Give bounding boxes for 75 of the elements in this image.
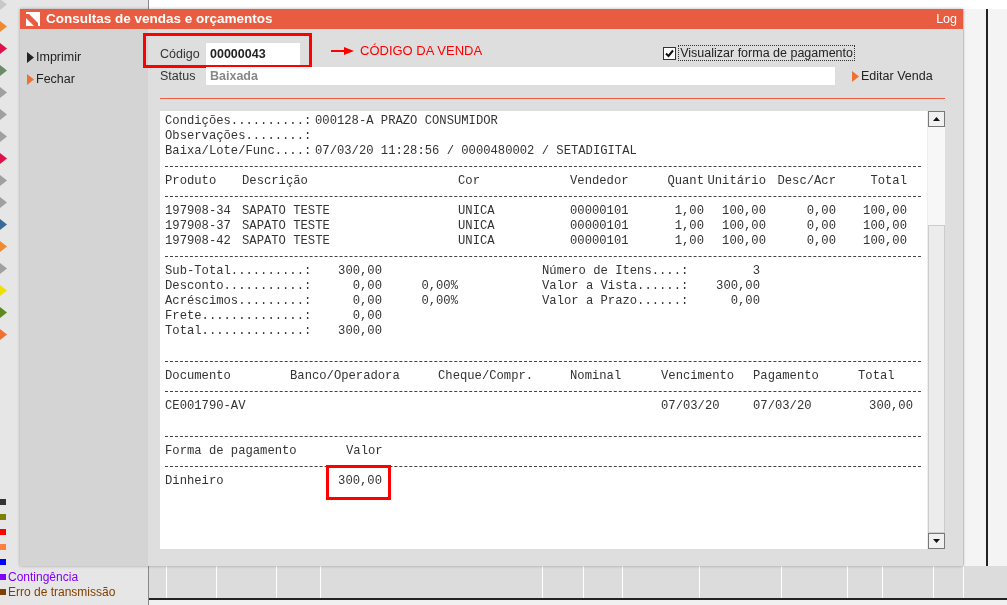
table-cell-text: 100,00	[862, 233, 907, 249]
column-header: Quant	[666, 173, 704, 189]
table-cell-text: Dinheiro	[165, 473, 225, 489]
column-header: Forma de pagamento	[165, 443, 298, 459]
table-cell-text: 100,00	[721, 218, 766, 234]
table-cell: 300,00	[338, 473, 382, 489]
column-header: Descrição	[242, 173, 309, 189]
legend-label: Contingência	[8, 568, 79, 586]
scrollbar-thumb[interactable]	[928, 224, 945, 533]
table-cell-text: SAPATO TESTE	[242, 218, 331, 234]
column-header: Desc/Acr	[776, 173, 836, 189]
table-cell-text: 0,00	[805, 233, 836, 249]
status-field[interactable]: Baixada	[206, 67, 835, 86]
column-header: Documento	[165, 368, 232, 384]
column-header: Nominal	[570, 368, 623, 384]
table-cell-text: 100,00	[862, 218, 907, 234]
legend-label: Erro de transmissão	[8, 584, 116, 601]
action-button[interactable]: Fechar	[27, 68, 75, 90]
table-cell-text: 100,00	[862, 203, 907, 219]
table-cell-text: SAPATO TESTE	[242, 233, 331, 249]
up-arrow-icon	[933, 116, 940, 121]
table-cell-text: 1,00	[673, 203, 704, 219]
column-header: Cheque/Compr.	[438, 368, 535, 384]
column-header: Produto	[165, 173, 218, 189]
scroll-up-button[interactable]	[928, 110, 945, 127]
app-logo-icon	[26, 12, 40, 26]
down-arrow-icon	[933, 538, 940, 543]
action-button[interactable]: Imprimir	[27, 46, 82, 68]
report-text: Condições..........:	[165, 113, 313, 129]
checkbox-label[interactable]: Visualizar forma de pagamento	[678, 45, 855, 61]
column-header: Valor	[345, 443, 382, 459]
table-cell-text: 300,00	[868, 398, 913, 414]
table-cell-text: CE001790-AV	[165, 398, 247, 414]
table-cell-text: SAPATO TESTE	[242, 203, 331, 219]
table-cell-text: 00000101	[570, 203, 630, 219]
report-text: 0,00%	[420, 293, 458, 309]
report-text: Baixa/Lote/Func....:	[165, 143, 313, 159]
column-header: Banco/Operadora	[290, 368, 401, 384]
column-header: Pagamento	[753, 368, 820, 384]
table-cell-text: 100,00	[721, 203, 766, 219]
table-cell-text: 0,00	[805, 218, 836, 234]
window-title: Consultas de vendas e orçamentos	[46, 9, 273, 28]
table-cell-text: UNICA	[458, 218, 496, 234]
table-cell-text: 07/03/20	[753, 398, 813, 414]
table-cell-text: 07/03/20	[661, 398, 721, 414]
report-text: 07/03/20 11:28:56 / 0000480002 / SETADIGITAL	[315, 143, 638, 159]
report-text: 000128-A PRAZO CONSUMIDOR	[315, 113, 499, 129]
column-header: Vencimento	[661, 368, 736, 384]
column-header: Total	[858, 368, 896, 384]
checkbox[interactable]	[663, 46, 677, 60]
table-cell-text: 197908-37	[165, 218, 232, 234]
table-cell-text: 1,00	[673, 233, 704, 249]
field-label: Código	[160, 45, 201, 63]
table-cell-text: 1,00	[673, 218, 704, 234]
report-text: Observações........:	[165, 128, 313, 144]
column-header: Total	[869, 173, 907, 189]
report-text: 0,00%	[420, 278, 458, 294]
table-cell-text: 100,00	[721, 233, 766, 249]
triangle-icon	[852, 70, 859, 82]
field-label: Status	[160, 68, 197, 85]
table-cell-text: 0,00	[805, 203, 836, 219]
column-header: Cor	[458, 173, 481, 189]
table-cell-text: 00000101	[570, 233, 630, 249]
checkmark-icon	[665, 48, 675, 58]
edit-sale-button[interactable]: Editar Venda	[852, 67, 933, 86]
table-cell-text: 197908-42	[165, 233, 232, 249]
column-header: Vendedor	[570, 173, 630, 189]
table-cell-text: UNICA	[458, 203, 496, 219]
table-cell-text: UNICA	[458, 233, 496, 249]
annotation-label: CÓDIGO DA VENDA	[360, 42, 483, 60]
code-field[interactable]: 00000043	[206, 43, 300, 65]
arrow-icon	[331, 46, 354, 55]
table-cell-text: 197908-34	[165, 203, 232, 219]
column-header: Unitário	[706, 173, 766, 189]
table-cell-text: 00000101	[570, 218, 630, 234]
